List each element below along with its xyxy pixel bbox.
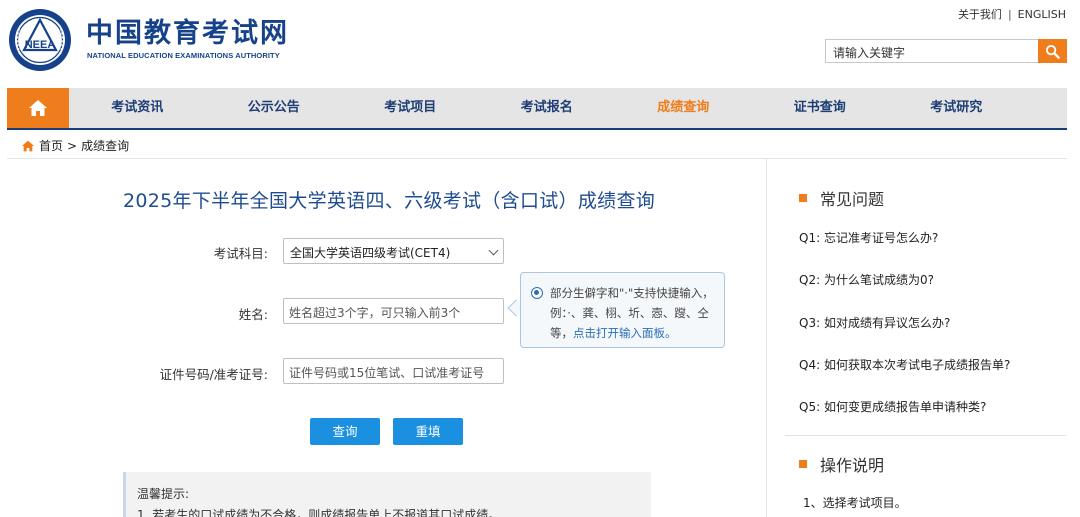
svg-text:NEEA: NEEA <box>25 39 56 51</box>
sidebar-divider <box>766 159 767 517</box>
sidebar-separator <box>785 435 1066 436</box>
breadcrumb-home-icon <box>22 140 34 151</box>
top-links: 关于我们 | ENGLISH <box>958 6 1066 22</box>
nav-item-exam-news[interactable]: 考试资讯 <box>69 88 206 128</box>
page-title: 2025年下半年全国大学英语四、六级考试（含口试）成绩查询 <box>123 190 656 212</box>
tip-line-3: 等，点击打开输入面板。 <box>550 323 716 343</box>
nav-home-button[interactable] <box>7 88 69 128</box>
main-nav: 考试资讯 公示公告 考试项目 考试报名 成绩查询 证书查询 考试研究 <box>7 88 1067 130</box>
tip-line-2: 例：·、龚、栩、圻、悫、躞、仝 <box>550 306 709 320</box>
breadcrumb-current: 成绩查询 <box>81 139 130 153</box>
notice-title: 温馨提示: <box>137 487 190 501</box>
breadcrumb-divider <box>7 158 1067 159</box>
site-name-english: NATIONAL EDUCATION EXAMINATIONS AUTHORIT… <box>87 51 280 60</box>
name-input[interactable]: 姓名超过3个字，可只输入前3个 <box>283 298 504 324</box>
guide-title: 操作说明 <box>820 456 885 475</box>
faq-heading: 常见问题 <box>799 186 884 210</box>
subject-label: 考试科目: <box>213 246 268 261</box>
reset-button[interactable]: 重填 <box>393 418 463 445</box>
breadcrumb: 首页 > 成绩查询 <box>21 137 129 154</box>
home-icon <box>29 100 47 116</box>
nav-item-exam-research[interactable]: 考试研究 <box>888 88 1025 128</box>
about-us-link[interactable]: 关于我们 <box>958 6 1002 22</box>
guide-step: 1、选择考试项目。 <box>803 496 907 510</box>
top-links-separator: | <box>1007 8 1012 21</box>
square-bullet-icon <box>799 194 807 202</box>
name-label: 姓名: <box>238 307 268 322</box>
query-button[interactable]: 查询 <box>310 418 380 445</box>
tip-line-1: 部分生僻字和"·"支持快捷输入， <box>550 286 714 300</box>
faq-item[interactable]: Q1: 忘记准考证号怎么办? <box>799 229 938 246</box>
nav-item-certificate-query[interactable]: 证书查询 <box>752 88 889 128</box>
breadcrumb-home-link[interactable]: 首页 <box>39 137 63 154</box>
faq-item[interactable]: Q2: 为什么笔试成绩为0? <box>799 271 934 288</box>
breadcrumb-separator: > <box>67 138 78 153</box>
tip-line-3-text: 等， <box>550 326 573 340</box>
nav-item-announcements[interactable]: 公示公告 <box>206 88 343 128</box>
subject-select[interactable]: 全国大学英语四级考试(CET4) <box>283 238 504 264</box>
id-number-input[interactable]: 证件号码或15位笔试、口试准考证号 <box>283 358 504 384</box>
nav-item-score-query[interactable]: 成绩查询 <box>615 88 752 128</box>
faq-item[interactable]: Q5: 如何变更成绩报告单申请种类? <box>799 398 986 415</box>
nav-item-registration[interactable]: 考试报名 <box>479 88 616 128</box>
faq-title: 常见问题 <box>820 190 885 209</box>
faq-item[interactable]: Q4: 如何获取本次考试电子成绩报告单? <box>799 356 1010 373</box>
notice-line-1: 1. 若考生的口试成绩为不合格，则成绩报告单上不报道其口试成绩。 <box>137 508 501 517</box>
open-input-panel-link[interactable]: 点击打开输入面板。 <box>573 326 677 340</box>
subject-select-value: 全国大学英语四级考试(CET4) <box>290 246 451 260</box>
guide-heading: 操作说明 <box>799 452 884 476</box>
site-name[interactable]: 中国教育考试网 <box>86 18 289 50</box>
chevron-down-icon <box>488 245 499 256</box>
search-input[interactable]: 请输入关键字 <box>825 39 1039 63</box>
notice-box: 温馨提示: 1. 若考生的口试成绩为不合格，则成绩报告单上不报道其口试成绩。 <box>123 472 651 517</box>
search-icon <box>1045 44 1060 59</box>
faq-item[interactable]: Q3: 如对成绩有异议怎么办? <box>799 314 950 331</box>
square-bullet-icon <box>799 460 807 468</box>
id-number-label: 证件号码/准考证号: <box>159 367 268 382</box>
nav-item-exam-programs[interactable]: 考试项目 <box>342 88 479 128</box>
info-bullet-icon <box>531 287 543 299</box>
english-link[interactable]: ENGLISH <box>1018 8 1066 21</box>
neea-logo-seal[interactable]: NEEA <box>8 8 72 72</box>
input-tip-box: 部分生僻字和"·"支持快捷输入， 例：·、龚、栩、圻、悫、躞、仝 等，点击打开输… <box>520 272 725 348</box>
search-button[interactable] <box>1038 39 1067 63</box>
